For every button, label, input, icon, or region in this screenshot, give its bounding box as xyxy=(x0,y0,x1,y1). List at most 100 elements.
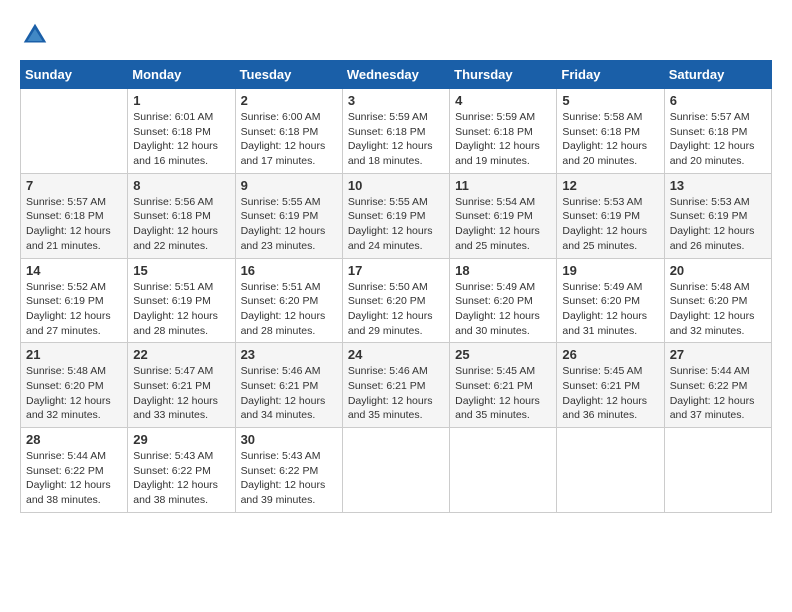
calendar-cell xyxy=(450,428,557,513)
day-number: 23 xyxy=(241,347,337,362)
day-info: Sunrise: 5:50 AM Sunset: 6:20 PM Dayligh… xyxy=(348,280,444,339)
day-number: 7 xyxy=(26,178,122,193)
day-number: 8 xyxy=(133,178,229,193)
day-info: Sunrise: 5:52 AM Sunset: 6:19 PM Dayligh… xyxy=(26,280,122,339)
day-info: Sunrise: 5:55 AM Sunset: 6:19 PM Dayligh… xyxy=(241,195,337,254)
calendar-cell: 12Sunrise: 5:53 AM Sunset: 6:19 PM Dayli… xyxy=(557,173,664,258)
calendar-cell: 8 Sunrise: 5:56 AM Sunset: 6:18 PM Daylig… xyxy=(128,173,235,258)
calendar-cell: 17 Sunrise: 5:50 AM Sunset: 6:20 PM Dayli… xyxy=(342,258,449,343)
day-number: 18 xyxy=(455,263,551,278)
day-number: 3 xyxy=(348,93,444,108)
calendar-cell: 16 Sunrise: 5:51 AM Sunset: 6:20 PM Dayli… xyxy=(235,258,342,343)
weekday-header-monday: Monday xyxy=(128,61,235,89)
day-info: Sunrise: 5:59 AM Sunset: 6:18 PM Dayligh… xyxy=(348,110,444,169)
day-info: Sunrise: 5:45 AM Sunset: 6:21 PM Dayligh… xyxy=(562,364,658,423)
calendar-cell: 29Sunrise: 5:43 AM Sunset: 6:22 PM Dayli… xyxy=(128,428,235,513)
calendar-cell: 26 Sunrise: 5:45 AM Sunset: 6:21 PM Dayli… xyxy=(557,343,664,428)
day-info: Sunrise: 5:49 AM Sunset: 6:20 PM Dayligh… xyxy=(455,280,551,339)
day-number: 22 xyxy=(133,347,229,362)
day-info: Sunrise: 6:01 AM Sunset: 6:18 PM Dayligh… xyxy=(133,110,229,169)
calendar-cell: 25 Sunrise: 5:45 AM Sunset: 6:21 PM Dayli… xyxy=(450,343,557,428)
day-number: 15 xyxy=(133,263,229,278)
day-number: 21 xyxy=(26,347,122,362)
day-number: 10 xyxy=(348,178,444,193)
day-info: Sunrise: 5:49 AM Sunset: 6:20 PM Dayligh… xyxy=(562,280,658,339)
calendar-cell: 11Sunrise: 5:54 AM Sunset: 6:19 PM Dayli… xyxy=(450,173,557,258)
page-header xyxy=(20,20,772,50)
calendar-cell: 5 Sunrise: 5:58 AM Sunset: 6:18 PM Daylig… xyxy=(557,89,664,174)
day-info: Sunrise: 5:56 AM Sunset: 6:18 PM Dayligh… xyxy=(133,195,229,254)
day-number: 2 xyxy=(241,93,337,108)
day-info: Sunrise: 6:00 AM Sunset: 6:18 PM Dayligh… xyxy=(241,110,337,169)
calendar-cell: 22 Sunrise: 5:47 AM Sunset: 6:21 PM Dayli… xyxy=(128,343,235,428)
calendar-week-3: 14 Sunrise: 5:52 AM Sunset: 6:19 PM Dayli… xyxy=(21,258,772,343)
day-info: Sunrise: 5:59 AM Sunset: 6:18 PM Dayligh… xyxy=(455,110,551,169)
day-info: Sunrise: 5:45 AM Sunset: 6:21 PM Dayligh… xyxy=(455,364,551,423)
day-info: Sunrise: 5:46 AM Sunset: 6:21 PM Dayligh… xyxy=(241,364,337,423)
day-info: Sunrise: 5:53 AM Sunset: 6:19 PM Dayligh… xyxy=(562,195,658,254)
day-number: 4 xyxy=(455,93,551,108)
day-number: 14 xyxy=(26,263,122,278)
day-info: Sunrise: 5:51 AM Sunset: 6:20 PM Dayligh… xyxy=(241,280,337,339)
day-info: Sunrise: 5:48 AM Sunset: 6:20 PM Dayligh… xyxy=(26,364,122,423)
day-info: Sunrise: 5:57 AM Sunset: 6:18 PM Dayligh… xyxy=(670,110,766,169)
calendar-cell: 19 Sunrise: 5:49 AM Sunset: 6:20 PM Dayli… xyxy=(557,258,664,343)
calendar-cell: 21 Sunrise: 5:48 AM Sunset: 6:20 PM Dayli… xyxy=(21,343,128,428)
calendar-week-1: 1 Sunrise: 6:01 AM Sunset: 6:18 PM Daylig… xyxy=(21,89,772,174)
calendar-cell: 20 Sunrise: 5:48 AM Sunset: 6:20 PM Dayli… xyxy=(664,258,771,343)
day-number: 27 xyxy=(670,347,766,362)
weekday-header-tuesday: Tuesday xyxy=(235,61,342,89)
logo xyxy=(20,20,54,50)
calendar-table: SundayMondayTuesdayWednesdayThursdayFrid… xyxy=(20,60,772,513)
day-info: Sunrise: 5:46 AM Sunset: 6:21 PM Dayligh… xyxy=(348,364,444,423)
calendar-cell: 30 Sunrise: 5:43 AM Sunset: 6:22 PM Dayli… xyxy=(235,428,342,513)
calendar-cell xyxy=(664,428,771,513)
weekday-header-saturday: Saturday xyxy=(664,61,771,89)
calendar-cell: 6 Sunrise: 5:57 AM Sunset: 6:18 PM Daylig… xyxy=(664,89,771,174)
calendar-week-4: 21 Sunrise: 5:48 AM Sunset: 6:20 PM Dayli… xyxy=(21,343,772,428)
day-number: 24 xyxy=(348,347,444,362)
calendar-cell: 14 Sunrise: 5:52 AM Sunset: 6:19 PM Dayli… xyxy=(21,258,128,343)
day-info: Sunrise: 5:58 AM Sunset: 6:18 PM Dayligh… xyxy=(562,110,658,169)
day-number: 30 xyxy=(241,432,337,447)
calendar-week-5: 28Sunrise: 5:44 AM Sunset: 6:22 PM Dayli… xyxy=(21,428,772,513)
calendar-cell: 7 Sunrise: 5:57 AM Sunset: 6:18 PM Daylig… xyxy=(21,173,128,258)
day-number: 28 xyxy=(26,432,122,447)
day-info: Sunrise: 5:47 AM Sunset: 6:21 PM Dayligh… xyxy=(133,364,229,423)
calendar-cell: 27Sunrise: 5:44 AM Sunset: 6:22 PM Dayli… xyxy=(664,343,771,428)
day-number: 19 xyxy=(562,263,658,278)
weekday-header-friday: Friday xyxy=(557,61,664,89)
logo-icon xyxy=(20,20,50,50)
day-number: 5 xyxy=(562,93,658,108)
calendar-cell: 23 Sunrise: 5:46 AM Sunset: 6:21 PM Dayli… xyxy=(235,343,342,428)
calendar-cell xyxy=(21,89,128,174)
calendar-cell: 9Sunrise: 5:55 AM Sunset: 6:19 PM Daylig… xyxy=(235,173,342,258)
day-number: 1 xyxy=(133,93,229,108)
day-number: 16 xyxy=(241,263,337,278)
calendar-cell: 2 Sunrise: 6:00 AM Sunset: 6:18 PM Daylig… xyxy=(235,89,342,174)
calendar-cell: 3 Sunrise: 5:59 AM Sunset: 6:18 PM Daylig… xyxy=(342,89,449,174)
day-info: Sunrise: 5:57 AM Sunset: 6:18 PM Dayligh… xyxy=(26,195,122,254)
day-number: 26 xyxy=(562,347,658,362)
day-number: 13 xyxy=(670,178,766,193)
day-number: 20 xyxy=(670,263,766,278)
day-info: Sunrise: 5:43 AM Sunset: 6:22 PM Dayligh… xyxy=(241,449,337,508)
day-number: 17 xyxy=(348,263,444,278)
calendar-cell: 28Sunrise: 5:44 AM Sunset: 6:22 PM Dayli… xyxy=(21,428,128,513)
day-number: 6 xyxy=(670,93,766,108)
calendar-cell: 24 Sunrise: 5:46 AM Sunset: 6:21 PM Dayli… xyxy=(342,343,449,428)
day-info: Sunrise: 5:48 AM Sunset: 6:20 PM Dayligh… xyxy=(670,280,766,339)
calendar-cell: 4 Sunrise: 5:59 AM Sunset: 6:18 PM Daylig… xyxy=(450,89,557,174)
calendar-cell: 1 Sunrise: 6:01 AM Sunset: 6:18 PM Daylig… xyxy=(128,89,235,174)
calendar-cell: 18 Sunrise: 5:49 AM Sunset: 6:20 PM Dayli… xyxy=(450,258,557,343)
calendar-cell xyxy=(557,428,664,513)
weekday-header-sunday: Sunday xyxy=(21,61,128,89)
day-info: Sunrise: 5:55 AM Sunset: 6:19 PM Dayligh… xyxy=(348,195,444,254)
calendar-cell xyxy=(342,428,449,513)
calendar-week-2: 7 Sunrise: 5:57 AM Sunset: 6:18 PM Daylig… xyxy=(21,173,772,258)
calendar-cell: 15Sunrise: 5:51 AM Sunset: 6:19 PM Dayli… xyxy=(128,258,235,343)
day-number: 25 xyxy=(455,347,551,362)
calendar-cell: 10 Sunrise: 5:55 AM Sunset: 6:19 PM Dayli… xyxy=(342,173,449,258)
day-info: Sunrise: 5:54 AM Sunset: 6:19 PM Dayligh… xyxy=(455,195,551,254)
calendar-cell: 13Sunrise: 5:53 AM Sunset: 6:19 PM Dayli… xyxy=(664,173,771,258)
